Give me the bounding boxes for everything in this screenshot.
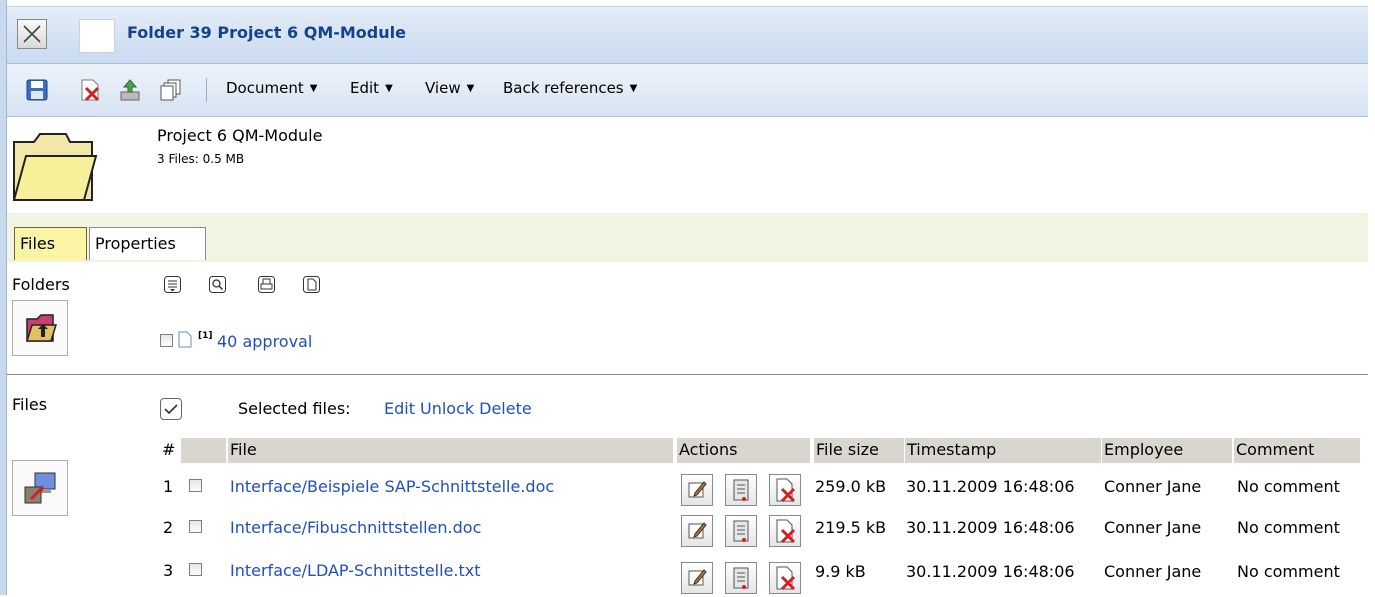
edit-file-button[interactable] [681,515,713,547]
file-employee: Conner Jane [1104,518,1202,537]
row-checkbox[interactable] [189,563,202,576]
file-history-button[interactable] [725,474,757,506]
file-size: 9.9 kB [815,562,866,581]
delete-file-button[interactable] [769,515,801,547]
folder-item-checkbox[interactable] [160,334,173,347]
save-icon[interactable] [25,78,49,102]
folder-icon [12,133,98,201]
folder-info: 3 Files: 0.5 MB [157,152,245,166]
file-employee: Conner Jane [1104,562,1202,581]
delete-icon [776,519,796,544]
section-divider [7,374,1368,375]
row-number: 1 [163,477,174,496]
edit-icon [688,569,707,586]
chevron-down-icon: ▼ [629,83,638,94]
folder-item-link[interactable]: 40 approval [217,332,312,351]
bulk-edit-link[interactable]: Edit [384,399,415,418]
column-header-select [181,438,226,463]
column-header-employee[interactable]: Employee [1102,438,1232,463]
row-number: 2 [163,518,174,537]
history-icon [733,520,749,542]
delete-icon [776,566,796,591]
edit-file-button[interactable] [681,474,713,506]
column-header-file[interactable]: File [228,438,673,463]
table-row: 3 Interface/LDAP-Schnittstelle.txt 9.9 k… [0,554,1375,594]
toolbar-separator [206,78,207,102]
document-icon[interactable] [302,275,321,294]
file-link[interactable]: Interface/Beispiele SAP-Schnittstelle.do… [230,477,554,496]
copy-icon[interactable] [159,78,183,102]
title-icon-placeholder [79,19,115,53]
edit-icon [688,522,707,539]
delete-file-button[interactable] [769,562,801,594]
menu-view[interactable]: View ▼ [425,79,474,97]
file-comment: No comment [1237,518,1340,537]
list-icon[interactable] [163,275,182,294]
menu-edit[interactable]: Edit ▼ [350,79,393,97]
file-comment: No comment [1237,562,1340,581]
column-header-size[interactable]: File size [814,438,904,463]
file-history-button[interactable] [725,515,757,547]
file-timestamp: 30.11.2009 16:48:06 [906,518,1075,537]
folders-section-label: Folders [12,275,70,294]
file-icon [178,331,192,348]
table-row: 1 Interface/Beispiele SAP-Schnittstelle.… [0,470,1375,510]
title-bar: Folder 39 Project 6 QM-Module [7,6,1368,64]
bulk-delete-link[interactable]: Delete [479,399,532,418]
file-link[interactable]: Interface/Fibuschnittstellen.doc [230,518,481,537]
column-header-actions: Actions [677,438,810,463]
file-history-button[interactable] [725,562,757,594]
upload-icon[interactable] [118,78,142,102]
menu-back-references[interactable]: Back references ▼ [503,79,637,97]
column-header-timestamp[interactable]: Timestamp [905,438,1101,463]
window-title: Folder 39 Project 6 QM-Module [127,23,406,42]
print-icon[interactable] [257,275,276,294]
history-icon [733,567,749,589]
selected-files-actions: Edit Unlock Delete [384,399,537,418]
menu-document[interactable]: Document ▼ [226,79,317,97]
file-link[interactable]: Interface/LDAP-Schnittstelle.txt [230,561,481,580]
table-row: 2 Interface/Fibuschnittstellen.doc 219.5… [0,511,1375,551]
chevron-down-icon: ▼ [385,83,393,94]
check-icon [164,404,178,415]
files-section-label: Files [12,395,48,414]
chevron-down-icon: ▼ [309,83,318,94]
tab-files[interactable]: Files [14,227,87,260]
row-checkbox[interactable] [189,520,202,533]
chevron-down-icon: ▼ [466,83,475,94]
tab-properties[interactable]: Properties [89,227,206,260]
folder-up-button[interactable] [12,300,68,356]
folder-up-icon [25,314,58,342]
select-all-checkbox[interactable] [160,398,182,420]
folder-item-badge: [1] [198,331,213,341]
delete-file-button[interactable] [769,474,801,506]
history-icon [733,479,749,501]
folder-name: Project 6 QM-Module [157,126,323,145]
row-checkbox[interactable] [189,479,202,492]
bulk-unlock-link[interactable]: Unlock [420,399,474,418]
delete-document-icon[interactable] [78,78,102,102]
file-comment: No comment [1237,477,1340,496]
edit-icon [688,481,707,498]
file-employee: Conner Jane [1104,477,1202,496]
row-number: 3 [163,561,174,580]
delete-icon [776,478,796,503]
file-timestamp: 30.11.2009 16:48:06 [906,562,1075,581]
selected-files-label: Selected files: [238,399,351,418]
search-icon[interactable] [208,275,227,294]
file-timestamp: 30.11.2009 16:48:06 [906,477,1075,496]
toolbar: Document ▼ Edit ▼ View ▼ Back references ▼ [7,64,1368,117]
column-header-comment[interactable]: Comment [1234,438,1360,463]
edit-file-button[interactable] [681,562,713,594]
file-size: 259.0 kB [815,477,887,496]
close-icon [23,25,41,43]
file-size: 219.5 kB [815,518,887,537]
column-header-num: # [162,440,176,459]
tab-strip: Files Properties [7,213,1368,262]
close-button[interactable] [17,19,47,49]
